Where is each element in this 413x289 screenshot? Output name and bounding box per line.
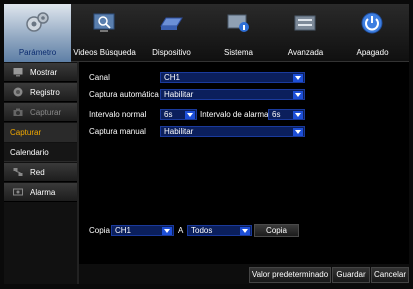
sidebar-item-red[interactable]: Red	[4, 163, 77, 182]
copia-to-value: Todos	[191, 226, 213, 235]
camera-icon	[13, 108, 23, 116]
captura-manual-label: Captura manual	[89, 127, 146, 136]
bottom-bar: Valor predeterminado Guardar Cancelar	[79, 264, 409, 284]
chevron-down-icon	[240, 227, 250, 235]
tab-label: Videos Búsqueda	[73, 48, 136, 57]
advanced-settings-icon	[294, 15, 316, 31]
copia-from-select[interactable]: CH1	[111, 225, 174, 236]
copia-from-value: CH1	[115, 226, 132, 235]
canal-label: Canal	[89, 73, 110, 82]
captura-manual-select[interactable]: Habilitar	[160, 126, 305, 137]
tab-label: Avanzada	[287, 48, 324, 57]
sidebar-item-label: Mostrar	[30, 68, 58, 77]
system-info-icon	[227, 14, 249, 32]
canal-select[interactable]: CH1	[160, 72, 305, 83]
copia-to-select[interactable]: Todos	[187, 225, 252, 236]
chevron-down-icon	[293, 128, 303, 136]
monitor-search-icon	[93, 13, 115, 32]
sidebar-item-capturar[interactable]: Capturar	[4, 123, 77, 142]
tab-label: Dispositivo	[152, 48, 191, 57]
cancel-button[interactable]: Cancelar	[371, 267, 409, 283]
hard-disk-icon	[160, 17, 183, 30]
gears-icon	[26, 12, 49, 32]
tab-dispositivo[interactable]: Dispositivo	[138, 4, 205, 62]
sidebar-item-calendario[interactable]: Calendario	[4, 143, 77, 162]
captura-automatica-select[interactable]: Habilitar	[160, 89, 305, 100]
tab-label: Parámetro	[18, 48, 57, 57]
copia-label: Copia	[89, 226, 110, 235]
copia-to-label: A	[178, 226, 184, 235]
intervalo-normal-label: Intervalo normal	[89, 110, 147, 119]
record-icon	[13, 87, 23, 97]
sidebar-item-alarma[interactable]: Alarma	[4, 183, 77, 202]
sidebar-item-label: Alarma	[30, 188, 56, 197]
sidebar-item-label: Capturar	[10, 128, 42, 137]
intervalo-row: Intervalo normal 6s Intervalo de alarma …	[79, 109, 409, 121]
tab-sistema[interactable]: Sistema	[205, 4, 272, 62]
copia-button[interactable]: Copia	[254, 224, 299, 237]
default-button[interactable]: Valor predeterminado	[249, 267, 331, 283]
network-icon	[13, 168, 23, 176]
tab-label: Sistema	[224, 48, 253, 57]
captura-automatica-row: Captura automática Habilitar	[79, 89, 409, 101]
captura-manual-value: Habilitar	[164, 127, 194, 136]
captura-automatica-label: Captura automática	[89, 90, 159, 99]
dvr-settings-window: Parámetro Videos Búsqueda Dispositivo Si…	[0, 0, 413, 289]
intervalo-alarma-label: Intervalo de alarma	[200, 110, 269, 119]
intervalo-normal-select[interactable]: 6s	[160, 109, 197, 120]
top-menu: Parámetro Videos Búsqueda Dispositivo Si…	[4, 4, 409, 62]
sidebar-item-capturar-group[interactable]: Capturar	[4, 103, 77, 122]
captura-automatica-value: Habilitar	[164, 90, 194, 99]
tab-avanzada[interactable]: Avanzada	[272, 4, 339, 62]
alarm-icon	[13, 188, 23, 196]
canal-select-value: CH1	[164, 73, 181, 82]
sidebar-item-label: Registro	[30, 88, 60, 97]
intervalo-alarma-value: 6s	[272, 110, 281, 119]
intervalo-normal-value: 6s	[164, 110, 173, 119]
sidebar-item-label: Calendario	[10, 148, 49, 157]
captura-manual-row: Captura manual Habilitar	[79, 126, 409, 138]
chevron-down-icon	[162, 227, 172, 235]
save-button[interactable]: Guardar	[332, 267, 370, 283]
chevron-down-icon	[293, 111, 303, 119]
sidebar-item-registro[interactable]: Registro	[4, 83, 77, 102]
display-icon	[13, 68, 23, 77]
power-icon	[361, 12, 383, 34]
chevron-down-icon	[293, 74, 303, 82]
tab-label: Apagado	[356, 48, 389, 57]
canal-row: Canal CH1	[79, 72, 409, 84]
tab-parametro[interactable]: Parámetro	[4, 4, 71, 62]
intervalo-alarma-select[interactable]: 6s	[268, 109, 305, 120]
sidebar-item-label: Red	[30, 168, 45, 177]
tab-apagado[interactable]: Apagado	[339, 4, 406, 62]
sidebar-item-mostrar[interactable]: Mostrar	[4, 63, 77, 82]
copia-row: Copia CH1 A Todos Copia	[79, 224, 409, 237]
chevron-down-icon	[293, 91, 303, 99]
capture-settings-panel: Canal CH1 Captura automática Habilitar I…	[79, 62, 409, 264]
chevron-down-icon	[185, 111, 195, 119]
sidebar: Mostrar Registro Capturar Capturar Calen…	[4, 62, 77, 284]
tab-videos-busqueda[interactable]: Videos Búsqueda	[71, 4, 138, 62]
sidebar-item-label: Capturar	[30, 108, 62, 117]
